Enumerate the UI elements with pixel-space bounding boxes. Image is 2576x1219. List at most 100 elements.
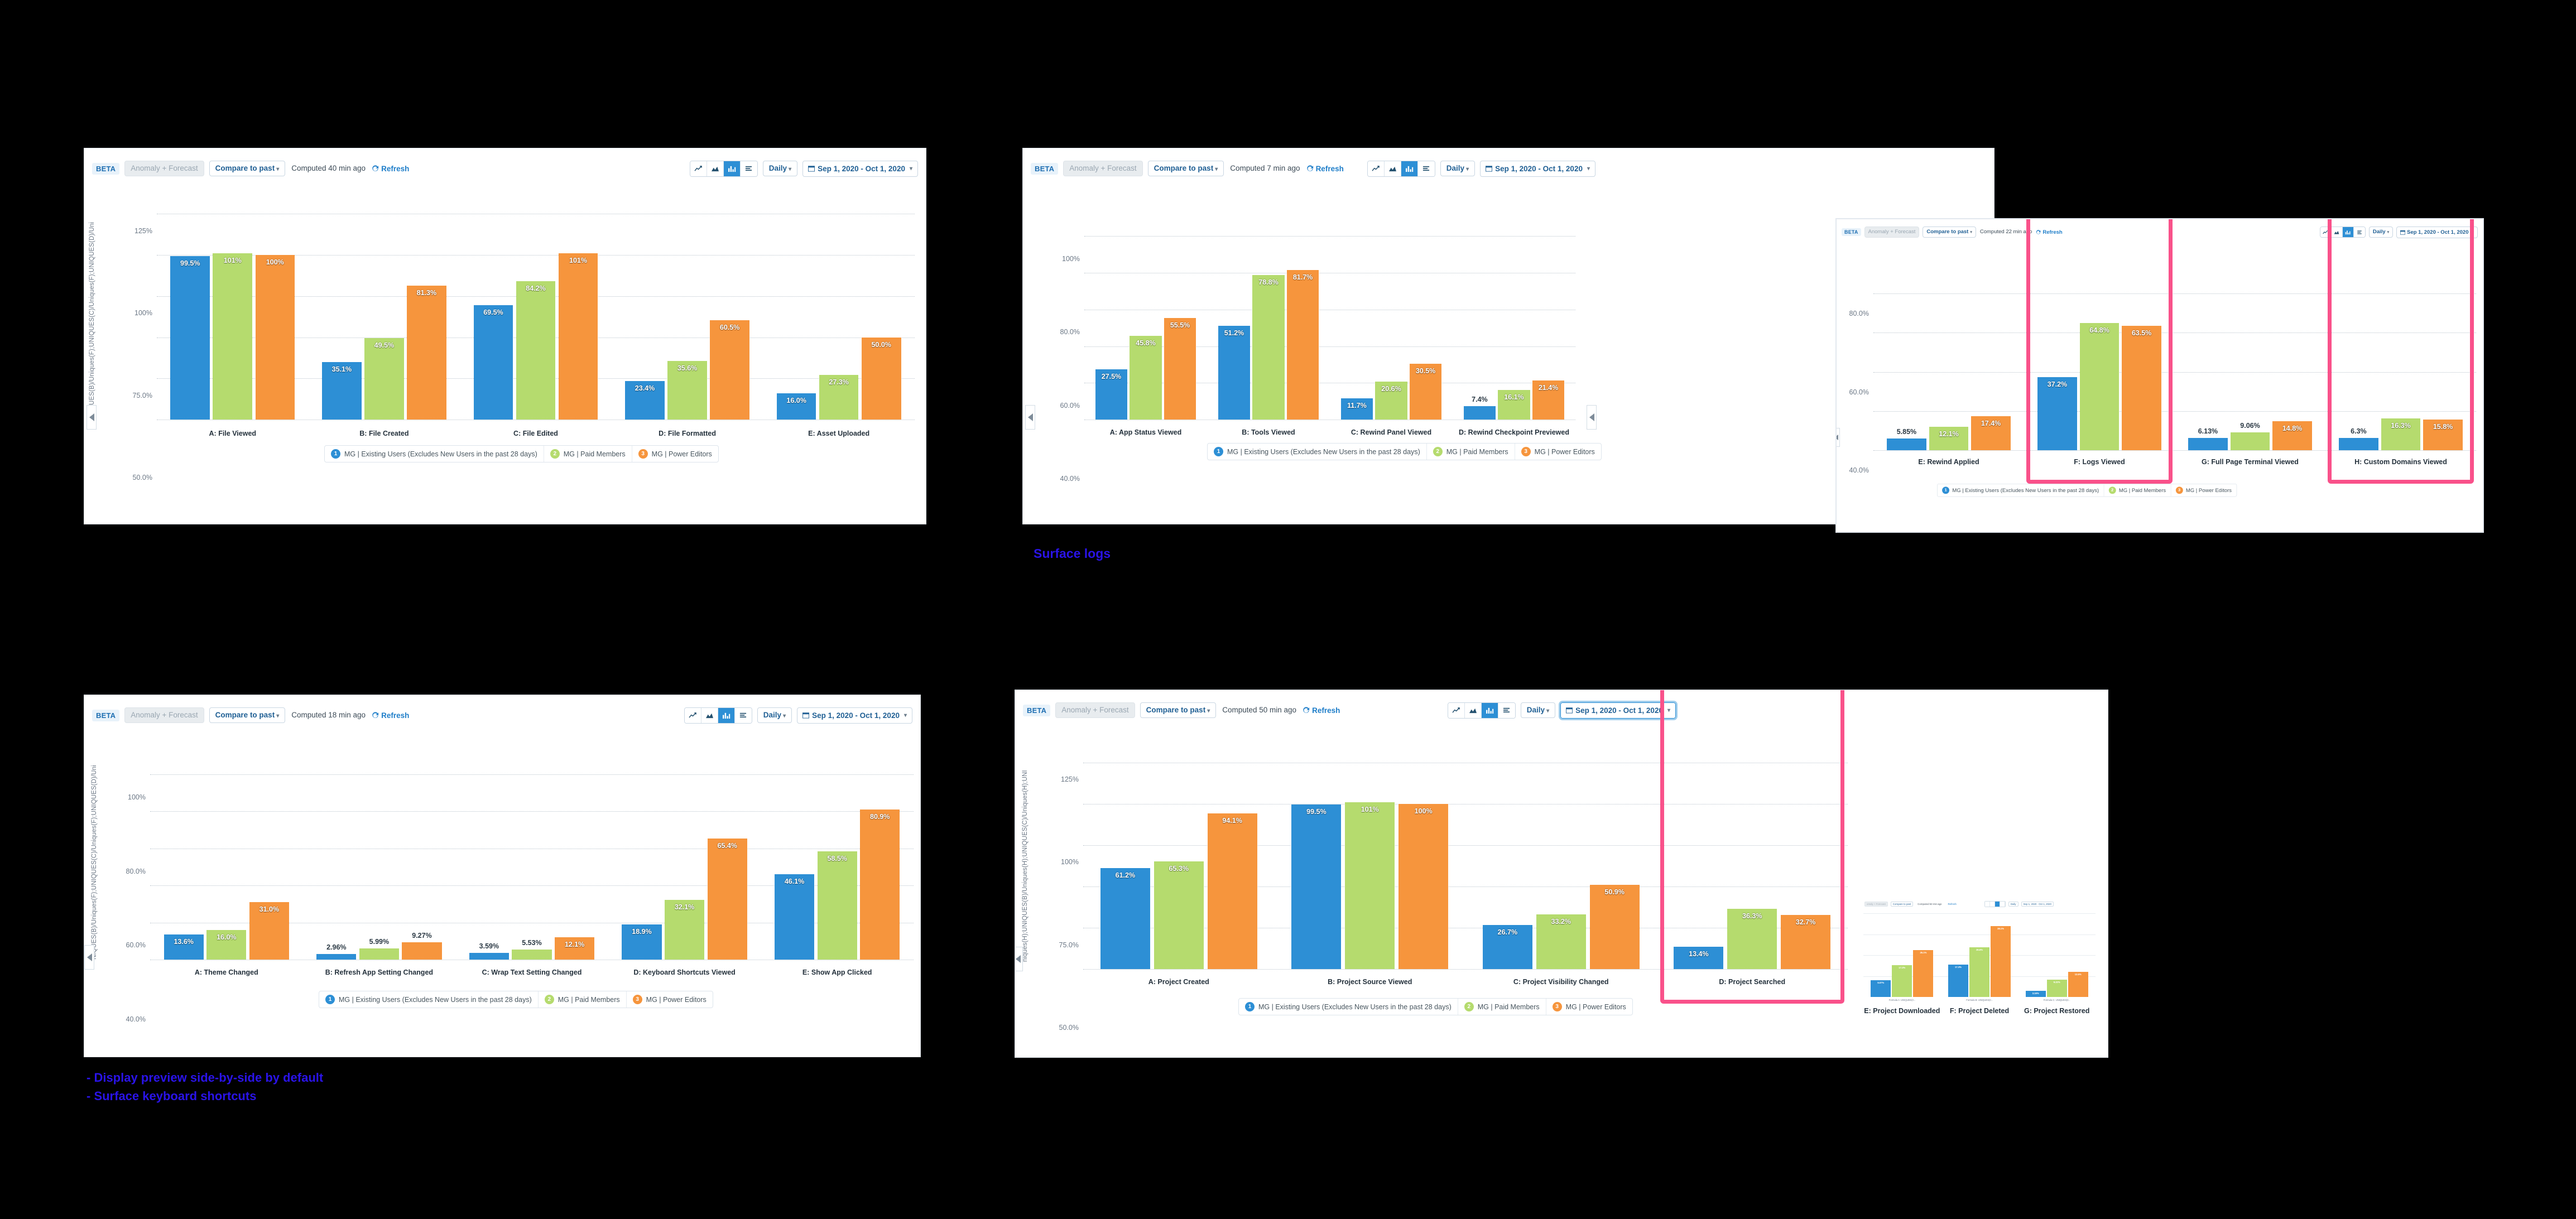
bar[interactable]: 61.2% <box>1100 868 1150 969</box>
bar[interactable]: 7.4% <box>1463 396 1496 420</box>
legend-item[interactable]: 1 MG | Existing Users (Excludes New Users… <box>1938 484 2104 497</box>
bar[interactable]: 101% <box>213 253 253 420</box>
bar-chart-icon[interactable] <box>718 707 735 723</box>
scroll-left-button[interactable] <box>84 945 94 970</box>
bar[interactable]: 15.8% <box>2423 419 2463 450</box>
scroll-left-button[interactable] <box>1025 405 1035 430</box>
line-chart-icon[interactable] <box>684 707 701 723</box>
bar[interactable]: 65.4% <box>707 838 747 960</box>
bar[interactable]: 12.1% <box>555 937 595 960</box>
bar[interactable]: 9.22% <box>2046 980 2067 997</box>
bar[interactable]: 13.6% <box>164 934 204 960</box>
area-chart-icon[interactable] <box>1989 901 1995 907</box>
list-view-icon[interactable] <box>1498 702 1515 718</box>
bar[interactable]: 60.5% <box>710 320 749 420</box>
bar[interactable]: 50.9% <box>1589 885 1640 969</box>
bar[interactable]: 50.0% <box>861 337 901 420</box>
area-chart-icon[interactable] <box>707 161 724 176</box>
date-range-picker[interactable]: Sep 1, 2020 - Oct 1, 2020 ▾ <box>1559 700 1678 720</box>
anomaly-forecast-button[interactable]: Anomaly + Forecast <box>124 707 204 723</box>
list-view-icon[interactable] <box>740 161 757 176</box>
bar[interactable]: 5.53% <box>512 939 552 960</box>
bar[interactable]: 80.9% <box>860 810 900 960</box>
line-chart-icon[interactable] <box>690 161 707 176</box>
bar[interactable]: 17.4% <box>1971 416 2011 450</box>
date-range-picker[interactable]: Sep 1, 2020 - Oct 1, 2020 <box>2021 901 2054 907</box>
bar[interactable]: 27.5% <box>1095 369 1128 420</box>
bar[interactable]: 33.2% <box>1536 914 1586 969</box>
scroll-left-button[interactable] <box>86 405 97 430</box>
list-view-icon[interactable] <box>734 707 752 723</box>
list-view-icon[interactable] <box>2000 901 2005 907</box>
chart-type-switcher[interactable] <box>1984 900 2006 907</box>
bar-chart-icon[interactable] <box>723 161 741 176</box>
refresh-button[interactable]: Refresh <box>2036 229 2063 235</box>
refresh-button[interactable]: Refresh <box>372 711 409 720</box>
date-range-picker[interactable]: Sep 1, 2020 - Oct 1, 2020 ▾ <box>2396 226 2478 238</box>
granularity-dropdown[interactable]: Daily <box>2008 901 2018 907</box>
area-chart-icon[interactable] <box>701 707 718 723</box>
scroll-left-button[interactable] <box>1837 428 1840 447</box>
date-range-picker[interactable]: Sep 1, 2020 - Oct 1, 2020 ▾ <box>802 160 918 177</box>
bar[interactable]: 45.8% <box>1130 335 1162 420</box>
bar[interactable]: 17.3% <box>1948 965 1968 997</box>
granularity-dropdown[interactable]: Daily ▾ <box>762 161 798 176</box>
bar[interactable]: 6.13% <box>2188 427 2228 450</box>
bar[interactable]: 20.6% <box>1375 382 1407 420</box>
scroll-left-button-2[interactable] <box>1587 405 1597 430</box>
granularity-dropdown[interactable]: Daily ▾ <box>1440 161 1476 176</box>
bar[interactable]: 58.5% <box>817 851 857 960</box>
bar-chart-icon[interactable] <box>2342 227 2354 237</box>
bar[interactable]: 46.1% <box>775 874 815 960</box>
bar[interactable]: 26.6% <box>1969 947 1990 997</box>
bar[interactable]: 81.7% <box>1286 269 1319 420</box>
bar[interactable]: 9.07% <box>1871 980 1891 997</box>
bar-chart-icon[interactable] <box>1995 901 2000 907</box>
bar[interactable]: 13.5% <box>2068 972 2088 997</box>
legend-item[interactable]: 2 MG | Paid Members <box>1427 444 1515 460</box>
chart-type-switcher[interactable] <box>2319 227 2366 238</box>
legend-item[interactable]: 3 MG | Power Editors <box>1546 999 1632 1015</box>
bar[interactable]: 35.6% <box>667 361 707 420</box>
anomaly-forecast-button[interactable]: Anomaly + Forecast <box>124 161 204 176</box>
legend-item[interactable]: 2 MG | Paid Members <box>1458 999 1546 1015</box>
legend-item[interactable]: 2 MG | Paid Members <box>539 991 627 1008</box>
bar[interactable]: 17.2% <box>1892 965 1912 997</box>
compare-to-past-button[interactable]: Compare to past ▾ <box>209 707 286 723</box>
bar[interactable]: 26.7% <box>1482 924 1532 969</box>
bar[interactable]: 99.5% <box>1291 804 1342 969</box>
bar[interactable]: 27.3% <box>819 374 859 420</box>
bar[interactable]: 63.5% <box>2122 326 2161 450</box>
compare-to-past-button[interactable]: Compare to past <box>1890 901 1914 907</box>
legend-item[interactable]: 1 MG | Existing Users (Excludes New Users… <box>1208 444 1427 460</box>
bar[interactable]: 6.3% <box>2339 427 2378 450</box>
bar[interactable]: 12.1% <box>1929 426 1969 450</box>
bar[interactable]: 18.9% <box>622 924 662 960</box>
chart-type-switcher[interactable] <box>684 707 752 724</box>
scroll-left-button[interactable] <box>1015 947 1023 971</box>
bar[interactable]: 51.2% <box>1218 325 1251 420</box>
refresh-button[interactable]: Refresh <box>1303 706 1340 715</box>
list-view-icon[interactable] <box>2353 227 2365 237</box>
date-range-picker[interactable]: Sep 1, 2020 - Oct 1, 2020 ▾ <box>1480 160 1595 177</box>
bar[interactable]: 37.2% <box>2037 377 2077 450</box>
compare-to-past-button[interactable]: Compare to past ▾ <box>1140 702 1217 718</box>
legend-item[interactable]: 1 MG | Existing Users (Excludes New Users… <box>1239 999 1458 1015</box>
list-view-icon[interactable] <box>1417 161 1435 176</box>
legend-item[interactable]: 3 MG | Power Editors <box>632 446 718 462</box>
chart-type-switcher[interactable] <box>1367 160 1435 177</box>
bar[interactable]: 81.3% <box>407 286 446 420</box>
bar[interactable]: 99.5% <box>170 256 210 420</box>
area-chart-icon[interactable] <box>1384 161 1401 176</box>
bar[interactable]: 16.0% <box>206 929 247 960</box>
compare-to-past-button[interactable]: Compare to past ▾ <box>209 161 286 176</box>
bar[interactable]: 9.27% <box>402 932 442 960</box>
area-chart-icon[interactable] <box>2331 227 2343 237</box>
bar[interactable]: 84.2% <box>516 281 556 420</box>
anomaly-forecast-button[interactable]: Anomaly + Forecast <box>1055 702 1135 718</box>
line-chart-icon[interactable] <box>1367 161 1385 176</box>
line-chart-icon[interactable] <box>1448 702 1465 718</box>
bar[interactable]: 2.96% <box>316 943 357 960</box>
refresh-button[interactable]: Refresh <box>372 165 409 173</box>
chart-type-switcher[interactable] <box>689 160 758 177</box>
